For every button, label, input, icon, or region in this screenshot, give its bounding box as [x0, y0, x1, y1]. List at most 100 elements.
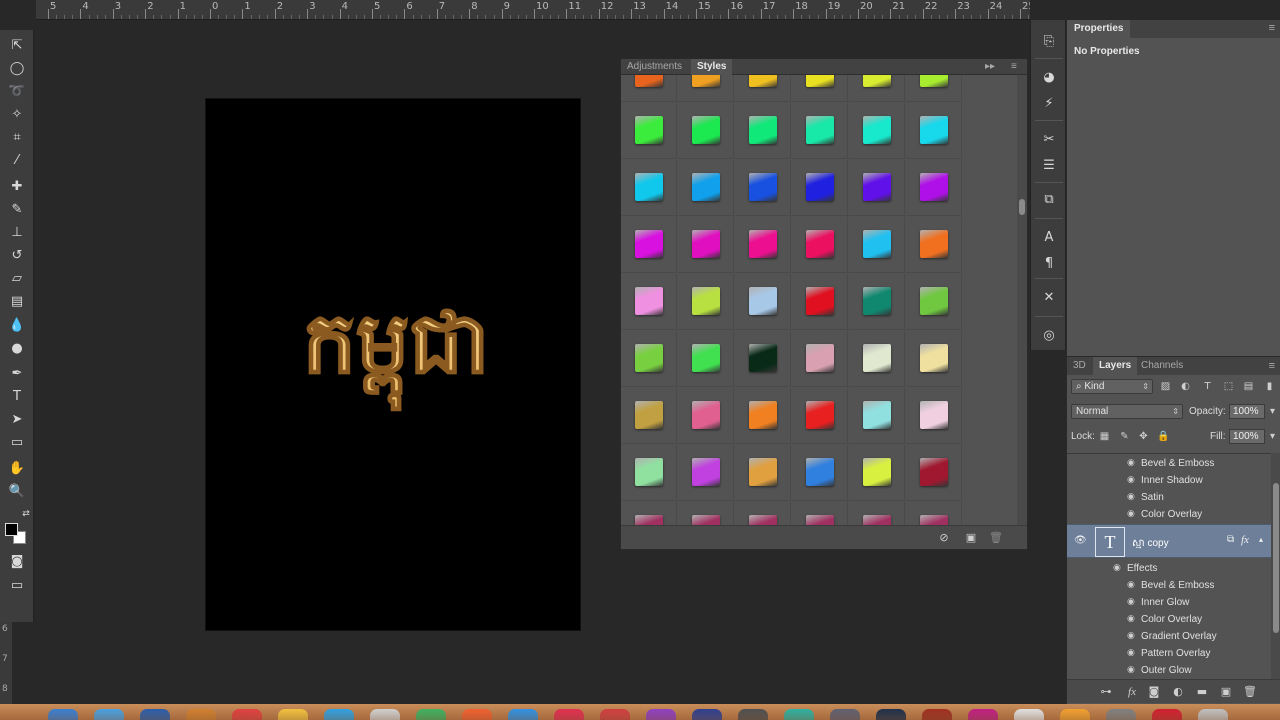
add-layer-style-icon[interactable]: fx — [1125, 685, 1139, 699]
dock-app-icon[interactable] — [370, 709, 400, 720]
style-preset[interactable] — [621, 502, 677, 525]
dock-app-icon[interactable] — [1106, 709, 1136, 720]
style-preset[interactable] — [792, 445, 848, 501]
adjustments-icon[interactable]: ☰ — [1039, 156, 1059, 176]
new-fill-adjustment-icon[interactable]: ◐ — [1171, 685, 1185, 699]
clear-style-icon[interactable]: ⊘ — [937, 531, 951, 545]
filter-shape-icon[interactable]: ⬚ — [1222, 380, 1235, 393]
navigator-icon[interactable]: ◕ — [1039, 68, 1059, 88]
add-mask-icon[interactable]: ◙ — [1147, 685, 1161, 699]
effect-row[interactable]: ◉ Gradient Overlay — [1067, 628, 1271, 645]
style-preset[interactable] — [906, 274, 962, 330]
style-preset[interactable] — [849, 388, 905, 444]
quick-mask-icon[interactable]: ◙ — [7, 552, 27, 572]
effect-row[interactable]: ◉ Color Overlay — [1067, 611, 1271, 628]
eye-icon[interactable]: 👁 — [1074, 535, 1087, 546]
tool-presets-icon[interactable]: ✕ — [1039, 288, 1059, 308]
effect-row[interactable]: ◉ Pattern Overlay — [1067, 645, 1271, 662]
dock-app-icon[interactable] — [94, 709, 124, 720]
dock-app-icon[interactable] — [1198, 709, 1228, 720]
style-preset[interactable] — [792, 75, 848, 102]
style-preset[interactable] — [735, 274, 791, 330]
dock-app-icon[interactable] — [140, 709, 170, 720]
dock-app-icon[interactable] — [508, 709, 538, 720]
style-preset[interactable] — [906, 445, 962, 501]
style-preset[interactable] — [906, 217, 962, 273]
layers-scroll-thumb[interactable] — [1273, 483, 1279, 633]
style-preset[interactable] — [792, 103, 848, 159]
fx-icon[interactable]: fx — [1241, 534, 1249, 546]
layer-name[interactable]: ស្មា copy — [1132, 536, 1169, 551]
history-icon[interactable]: ⎘ — [1039, 32, 1059, 52]
spot-healing-brush-icon[interactable]: ✚ — [7, 177, 27, 197]
dock-app-icon[interactable] — [922, 709, 952, 720]
eye-icon[interactable]: ◉ — [1127, 611, 1135, 628]
filter-smart-object-icon[interactable]: ▤ — [1242, 380, 1255, 393]
tab-channels[interactable]: Channels — [1135, 357, 1189, 375]
lock-all-icon[interactable]: 🔒 — [1157, 430, 1170, 443]
character-icon[interactable]: A — [1039, 228, 1059, 248]
style-preset[interactable] — [792, 217, 848, 273]
dock-app-icon[interactable] — [830, 709, 860, 720]
collapse-panel-icon[interactable]: ▸▸ — [985, 59, 995, 75]
brush-tool-icon[interactable]: ✎ — [7, 200, 27, 220]
properties-menu-icon[interactable]: ≡ — [1269, 22, 1275, 34]
effects-group-row[interactable]: ◉ Effects — [1067, 560, 1271, 577]
effect-row[interactable]: ◉ Color Overlay — [1067, 506, 1271, 523]
eye-icon[interactable]: ◉ — [1127, 455, 1135, 472]
delete-layer-icon[interactable]: 🗑 — [1243, 685, 1257, 699]
style-preset[interactable] — [678, 103, 734, 159]
new-layer-icon[interactable]: ▣ — [1219, 685, 1233, 699]
dock-app-icon[interactable] — [968, 709, 998, 720]
eye-icon[interactable]: ◉ — [1127, 628, 1135, 645]
style-preset[interactable] — [735, 331, 791, 387]
style-preset[interactable] — [906, 331, 962, 387]
dock-app-icon[interactable] — [554, 709, 584, 720]
layer-row-selected[interactable]: 👁 T ស្មា copy ⧉ fx ▴ — [1067, 524, 1271, 558]
style-preset[interactable] — [621, 75, 677, 102]
opacity-field[interactable]: 100% — [1229, 404, 1265, 419]
style-preset[interactable] — [678, 502, 734, 525]
filter-pixel-icon[interactable]: ▨ — [1159, 380, 1172, 393]
tab-adjustments[interactable]: Adjustments — [621, 59, 688, 75]
path-selection-tool-icon[interactable]: ➤ — [7, 410, 27, 430]
style-preset[interactable] — [849, 75, 905, 102]
style-preset[interactable] — [678, 217, 734, 273]
style-preset[interactable] — [678, 75, 734, 102]
dock-app-icon[interactable] — [1152, 709, 1182, 720]
new-style-icon[interactable]: ▣ — [964, 531, 978, 545]
crop-tool-icon[interactable]: ⌗ — [7, 128, 27, 148]
effect-row[interactable]: ◉ Inner Glow — [1067, 594, 1271, 611]
screen-mode-icon[interactable]: ▭ — [7, 576, 27, 596]
style-preset[interactable] — [735, 445, 791, 501]
dock-app-icon[interactable] — [232, 709, 262, 720]
style-preset[interactable] — [678, 445, 734, 501]
dock-app-icon[interactable] — [1014, 709, 1044, 720]
eye-icon[interactable]: ◉ — [1127, 645, 1135, 662]
style-preset[interactable] — [906, 103, 962, 159]
style-preset[interactable] — [678, 331, 734, 387]
lock-image-icon[interactable]: ✎ — [1118, 430, 1131, 443]
eye-icon[interactable]: ◉ — [1127, 472, 1135, 489]
dock-app-icon[interactable] — [738, 709, 768, 720]
style-preset[interactable] — [906, 160, 962, 216]
filter-adjustment-icon[interactable]: ◐ — [1179, 380, 1192, 393]
style-preset[interactable] — [621, 274, 677, 330]
style-preset[interactable] — [621, 388, 677, 444]
effect-row[interactable]: ◉ Satin — [1067, 489, 1271, 506]
style-preset[interactable] — [678, 274, 734, 330]
dock-app-icon[interactable] — [600, 709, 630, 720]
style-preset[interactable] — [735, 502, 791, 525]
layers-scrollbar[interactable] — [1271, 453, 1280, 679]
style-preset[interactable] — [735, 160, 791, 216]
style-preset[interactable] — [792, 502, 848, 525]
libraries-icon[interactable]: ◎ — [1039, 326, 1059, 346]
style-preset[interactable] — [849, 331, 905, 387]
eye-icon[interactable]: ◉ — [1127, 506, 1135, 523]
eye-icon[interactable]: ◉ — [1127, 594, 1135, 611]
style-preset[interactable] — [678, 388, 734, 444]
layer-comps-icon[interactable]: ⧉ — [1039, 190, 1059, 210]
dock-app-icon[interactable] — [462, 709, 492, 720]
dock-app-icon[interactable] — [646, 709, 676, 720]
dock-app-icon[interactable] — [1060, 709, 1090, 720]
